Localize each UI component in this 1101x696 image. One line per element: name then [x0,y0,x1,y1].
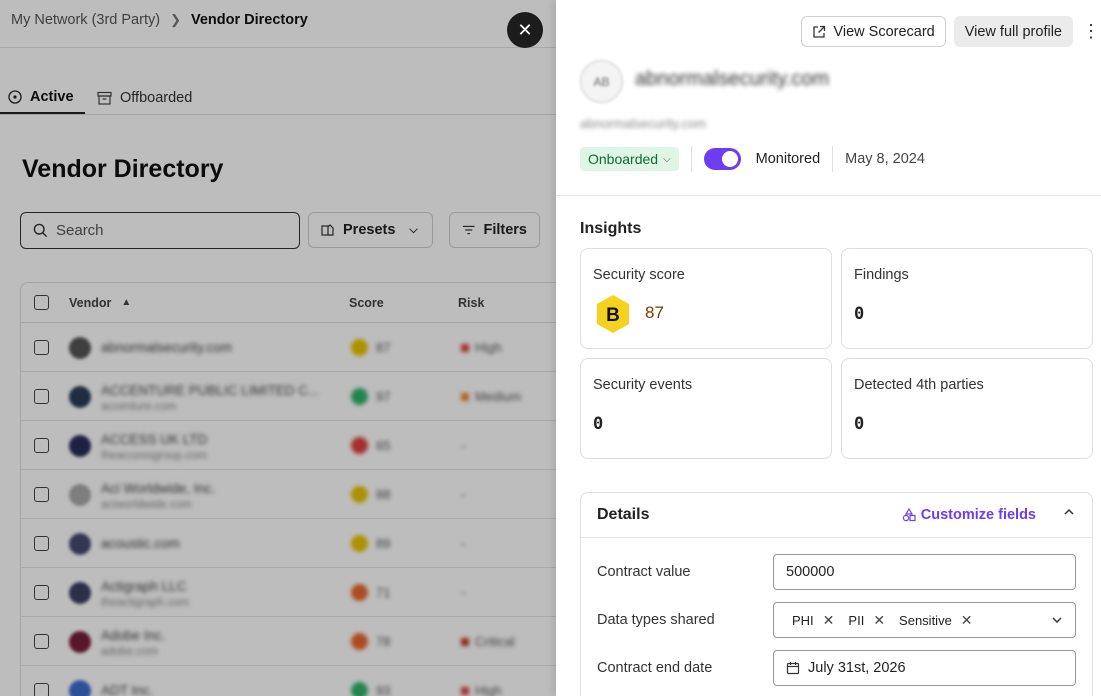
vendor-drawer: View Scorecard View full profile ⋮ AB ab… [556,0,1101,696]
security-events-card: Security events 0 [580,358,832,459]
external-link-icon [813,25,826,38]
data-types-row: Data types shared PHI ✕ PII ✕ Sensitive ✕ [597,602,1077,638]
close-icon: ✕ [517,19,533,40]
drawer-divider [556,195,1101,196]
view-full-profile-label: View full profile [964,23,1062,40]
monitored-label: Monitored [755,151,821,167]
security-score-card: Security score B 87 [580,248,832,349]
details-heading: Details [597,506,650,523]
insights-heading: Insights [580,220,642,237]
findings-value: 0 [854,304,865,324]
status-label: Onboarded [588,151,659,167]
contract-value-row: Contract value 500000 [597,554,1077,590]
fourth-parties-value: 0 [854,414,865,434]
view-scorecard-label: View Scorecard [833,23,935,40]
data-type-chip: PHI ✕ [790,612,836,629]
vendor-name: abnormalsecurity.com [635,68,830,90]
contract-value-label: Contract value [597,564,691,580]
remove-chip-icon[interactable]: ✕ [961,612,973,629]
data-type-chips: PHI ✕ PII ✕ Sensitive ✕ [786,612,1043,629]
contract-end-date-picker[interactable]: July 31st, 2026 [773,650,1076,686]
contract-end-label: Contract end date [597,660,713,676]
data-type-chip: PII ✕ [846,612,887,629]
modal-overlay[interactable] [0,0,556,696]
chevron-down-icon: ⌵ [663,153,671,165]
data-types-select[interactable]: PHI ✕ PII ✕ Sensitive ✕ [773,602,1076,638]
status-dropdown[interactable]: Onboarded ⌵ [580,147,679,171]
contract-value-field[interactable]: 500000 [773,554,1076,590]
status-row: Onboarded ⌵ Monitored May 8, 2024 [580,146,925,172]
chevron-up-icon[interactable] [1062,505,1076,524]
contract-value-text: 500000 [786,564,835,580]
calendar-icon [786,662,800,675]
close-drawer-button[interactable]: ✕ [507,12,543,48]
fourth-parties-label: Detected 4th parties [854,377,984,393]
details-header: Details Customize fields [581,493,1092,538]
divider [832,146,834,172]
onboarded-date: May 8, 2024 [845,151,925,167]
vendor-avatar: AB [580,60,623,103]
shapes-icon [902,508,916,522]
contract-end-value: July 31st, 2026 [808,660,906,676]
contract-end-row: Contract end date July 31st, 2026 [597,650,1077,686]
drawer-actions: View Scorecard View full profile ⋮ [801,16,1101,47]
chip-label: PHI [792,612,814,628]
details-section: Details Customize fields Contract value … [580,492,1093,696]
security-events-label: Security events [593,377,693,393]
view-scorecard-button[interactable]: View Scorecard [801,16,946,47]
view-full-profile-button[interactable]: View full profile [953,16,1073,47]
data-type-chip: Sensitive ✕ [897,612,974,629]
chip-label: Sensitive [899,612,952,628]
grade-badge-icon: B [597,295,629,333]
chevron-down-icon[interactable] [1051,614,1063,626]
security-events-value: 0 [593,414,604,434]
monitored-toggle[interactable] [703,148,741,170]
remove-chip-icon[interactable]: ✕ [873,612,885,629]
divider [690,146,692,172]
remove-chip-icon[interactable]: ✕ [823,612,835,629]
chip-label: PII [848,612,865,628]
customize-fields-label: Customize fields [920,507,1036,523]
fourth-parties-card: Detected 4th parties 0 [841,358,1093,459]
customize-fields-button[interactable]: Customize fields [902,507,1036,523]
security-score-value: 87 [645,303,664,322]
security-score-label: Security score [593,267,685,283]
findings-card: Findings 0 [841,248,1093,349]
vendor-domain: abnormalsecurity.com [580,116,707,131]
grade-letter: B [606,305,620,326]
more-options-icon[interactable]: ⋮ [1081,21,1101,42]
findings-label: Findings [854,267,909,283]
data-types-label: Data types shared [597,612,715,628]
